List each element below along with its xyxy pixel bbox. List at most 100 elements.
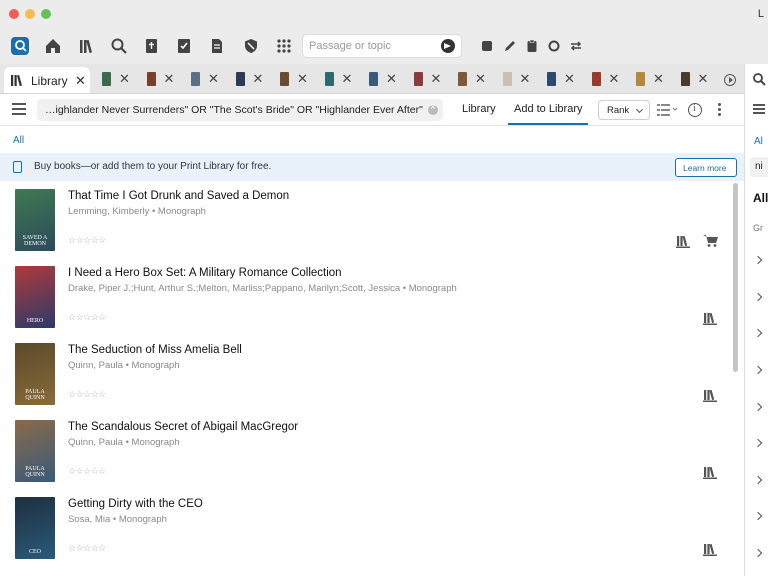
- search-icon[interactable]: [752, 72, 766, 91]
- rating-stars[interactable]: ☆☆☆☆☆: [68, 312, 106, 323]
- book-tab[interactable]: ✕: [369, 71, 409, 88]
- book-tab[interactable]: ✕: [591, 71, 632, 88]
- result-row[interactable]: HERO I Need a Hero Box Set: A Military Ro…: [0, 260, 730, 336]
- more-options-icon[interactable]: [718, 103, 722, 117]
- add-to-library-icon[interactable]: [703, 312, 717, 325]
- tab-library-close-icon[interactable]: ✕: [75, 73, 86, 89]
- book-tab[interactable]: ✕: [413, 71, 454, 88]
- info-icon[interactable]: [688, 103, 702, 117]
- book-tab-close-icon[interactable]: ✕: [431, 71, 442, 87]
- chevron-right-icon[interactable]: [753, 292, 763, 302]
- chevron-right-icon[interactable]: [753, 365, 763, 375]
- rating-stars[interactable]: ☆☆☆☆☆: [68, 235, 106, 246]
- add-to-library-icon[interactable]: [703, 466, 717, 479]
- book-tab-close-icon[interactable]: ✕: [475, 71, 486, 87]
- result-title[interactable]: Getting Dirty with the CEO: [68, 498, 203, 510]
- menu-icon[interactable]: [753, 104, 765, 114]
- sync-icon[interactable]: [566, 36, 586, 56]
- book-tab-close-icon[interactable]: ✕: [653, 71, 664, 87]
- book-tab[interactable]: ✕: [502, 71, 543, 88]
- chevron-right-icon[interactable]: [753, 402, 763, 412]
- window-close-button[interactable]: [9, 9, 19, 19]
- book-cover[interactable]: PAULA QUINN: [15, 343, 55, 405]
- book-tab[interactable]: ✕: [458, 71, 498, 88]
- book-tab-close-icon[interactable]: ✕: [208, 71, 219, 87]
- result-title[interactable]: That Time I Got Drunk and Saved a Demon: [68, 190, 289, 202]
- window-maximize-button[interactable]: [41, 9, 51, 19]
- book-tab-close-icon[interactable]: ✕: [698, 71, 709, 87]
- chevron-right-icon[interactable]: [753, 255, 763, 265]
- bible-icon[interactable]: [141, 36, 161, 56]
- book-tab-close-icon[interactable]: ✕: [609, 71, 620, 87]
- search-icon[interactable]: [109, 36, 129, 56]
- chevron-right-icon[interactable]: [753, 475, 763, 485]
- results-scrollbar[interactable]: [733, 183, 738, 372]
- book-tab-close-icon[interactable]: ✕: [253, 71, 264, 87]
- rating-stars[interactable]: ☆☆☆☆☆: [68, 466, 106, 477]
- right-panel-all-link[interactable]: Al: [754, 136, 763, 147]
- library-button[interactable]: Library: [462, 103, 496, 115]
- add-to-library-icon[interactable]: [676, 235, 690, 248]
- book-tab-close-icon[interactable]: ✕: [119, 71, 130, 87]
- book-tab-close-icon[interactable]: ✕: [164, 71, 175, 87]
- book-tab[interactable]: ✕: [324, 71, 365, 88]
- filter-all-link[interactable]: All: [13, 135, 24, 146]
- book-tab-close-icon[interactable]: ✕: [520, 71, 531, 87]
- chevron-right-icon[interactable]: [753, 511, 763, 521]
- right-panel-query-field[interactable]: ni: [750, 157, 768, 177]
- document-icon[interactable]: [207, 36, 227, 56]
- menu-icon[interactable]: [12, 103, 26, 115]
- book-tab[interactable]: ✕: [191, 71, 231, 88]
- result-title[interactable]: I Need a Hero Box Set: A Military Romanc…: [68, 267, 342, 279]
- clear-query-icon[interactable]: [428, 102, 438, 115]
- book-cover[interactable]: HERO: [15, 266, 55, 328]
- result-row[interactable]: CEO Getting Dirty with the CEO Sosa, Mia •…: [0, 491, 730, 567]
- result-row[interactable]: PAULA QUINN The Seduction of Miss Amelia …: [0, 337, 730, 413]
- book-tab-close-icon[interactable]: ✕: [386, 71, 397, 87]
- book-tab[interactable]: ✕: [146, 71, 187, 88]
- book-tab[interactable]: ✕: [280, 71, 320, 88]
- rank-select[interactable]: Rank: [598, 100, 650, 120]
- book-tab[interactable]: ✕: [102, 71, 142, 88]
- rating-stars[interactable]: ☆☆☆☆☆: [68, 543, 106, 554]
- pen-icon[interactable]: [500, 36, 520, 56]
- cart-icon[interactable]: [703, 234, 719, 247]
- search-go-icon[interactable]: [441, 39, 455, 53]
- result-title[interactable]: The Seduction of Miss Amelia Bell: [68, 344, 242, 356]
- add-to-library-icon[interactable]: [703, 543, 717, 556]
- grid-icon[interactable]: [274, 36, 294, 56]
- book-tab-close-icon[interactable]: ✕: [342, 71, 353, 87]
- query-field[interactable]: …ighlander Never Surrenders" OR "The Sco…: [37, 99, 443, 121]
- book-tab-close-icon[interactable]: ✕: [564, 71, 575, 87]
- tab-library[interactable]: Library ✕: [4, 67, 90, 93]
- home-icon[interactable]: [43, 36, 63, 56]
- add-to-library-icon[interactable]: [703, 389, 717, 402]
- book-cover[interactable]: CEO: [15, 497, 55, 559]
- library-icon[interactable]: [77, 36, 97, 56]
- app-logo-icon[interactable]: [10, 36, 30, 56]
- add-to-library-button[interactable]: Add to Library: [514, 103, 582, 115]
- view-options-icon[interactable]: [657, 102, 679, 118]
- result-row[interactable]: SAVED A DEMON That Time I Got Drunk and S…: [0, 183, 730, 259]
- learn-more-button[interactable]: Learn more: [675, 158, 737, 177]
- circle-icon[interactable]: [544, 36, 564, 56]
- clipboard-icon[interactable]: [522, 36, 542, 56]
- result-title[interactable]: The Scandalous Secret of Abigail MacGreg…: [68, 421, 298, 433]
- window-minimize-button[interactable]: [25, 9, 35, 19]
- book-cover[interactable]: SAVED A DEMON: [15, 189, 55, 251]
- result-row[interactable]: PAULA QUINN The Scandalous Secret of Abig…: [0, 414, 730, 490]
- chevron-right-icon[interactable]: [753, 438, 763, 448]
- passage-search-input[interactable]: [309, 38, 433, 54]
- book-tab[interactable]: ✕: [680, 71, 721, 88]
- book-tab-close-icon[interactable]: ✕: [297, 71, 308, 87]
- book-tab[interactable]: ✕: [547, 71, 587, 88]
- book-cover[interactable]: PAULA QUINN: [15, 420, 55, 482]
- book-tab[interactable]: ✕: [235, 71, 276, 88]
- book-tab[interactable]: ✕: [636, 71, 676, 88]
- shield-icon[interactable]: [241, 36, 261, 56]
- passage-search-box[interactable]: [302, 34, 462, 58]
- chevron-right-icon[interactable]: [753, 548, 763, 558]
- chevron-right-icon[interactable]: [753, 328, 763, 338]
- stop-icon[interactable]: [477, 36, 497, 56]
- tab-scroll-right-icon[interactable]: [724, 74, 736, 86]
